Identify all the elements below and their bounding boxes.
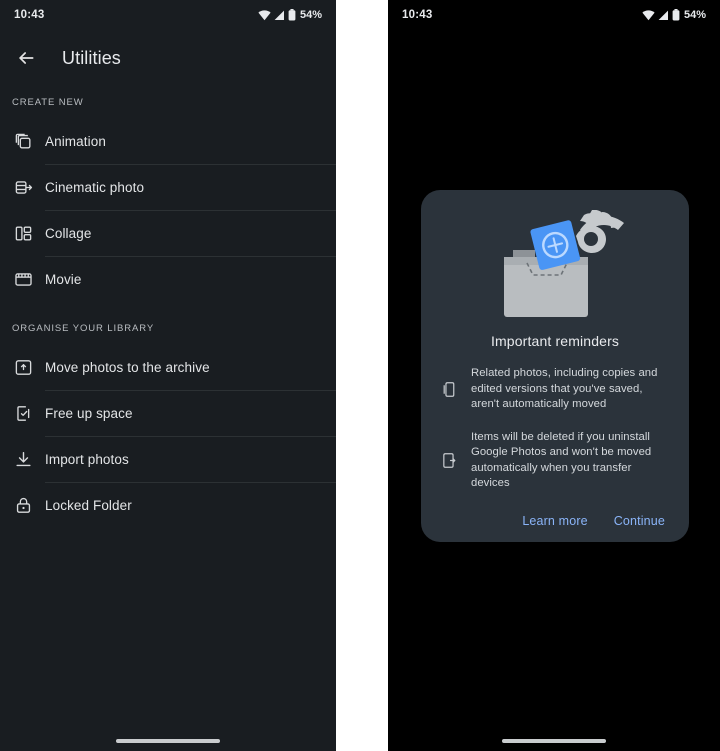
phone-copies-icon: [439, 379, 459, 399]
screenshot-gutter: [336, 0, 388, 751]
battery-icon: [288, 9, 296, 21]
import-download-icon: [12, 448, 34, 470]
dialog-card: Important reminders Related photos, incl…: [421, 190, 689, 542]
status-icon-group: 54%: [642, 9, 706, 21]
wifi-icon: [258, 9, 271, 21]
list-item-locked-folder[interactable]: Locked Folder: [0, 482, 336, 528]
status-bar-right: 10:43 54%: [388, 0, 720, 30]
battery-percent-label: 54%: [299, 9, 322, 21]
collage-icon: [12, 222, 34, 244]
dialog-title: Important reminders: [490, 333, 620, 349]
list-item-free-up-space[interactable]: Free up space: [0, 390, 336, 436]
dual-screenshot-container: 10:43 54% Utilities CREATE NEW Animation…: [0, 0, 720, 751]
right-phone-screen: 10:43 54% Important reminders Related ph…: [388, 0, 720, 751]
phone-uninstall-icon: [439, 451, 459, 471]
home-gesture-bar-right[interactable]: [388, 739, 720, 743]
left-phone-screen: 10:43 54% Utilities CREATE NEW Animation…: [0, 0, 336, 751]
list-item-label: Import photos: [45, 451, 129, 467]
reminder-text: Related photos, including copies and edi…: [471, 367, 658, 410]
signal-icon: [274, 10, 285, 21]
page-title: Utilities: [62, 47, 121, 68]
free-up-space-icon: [12, 402, 34, 424]
reminder-row-1: Related photos, including copies and edi…: [421, 366, 689, 413]
list-item-move-photos-archive[interactable]: Move photos to the archive: [0, 344, 336, 390]
list-item-label: Animation: [45, 133, 106, 149]
battery-icon: [672, 9, 680, 21]
home-gesture-pill[interactable]: [502, 739, 606, 743]
movie-icon: [12, 268, 34, 290]
lock-icon: [12, 494, 34, 516]
list-item-label: Collage: [45, 225, 92, 241]
back-arrow-icon[interactable]: [14, 46, 38, 70]
signal-icon: [658, 10, 669, 21]
important-reminders-dialog: Important reminders Related photos, incl…: [421, 190, 689, 542]
reminder-row-2: Items will be deleted if you uninstall G…: [421, 430, 689, 492]
list-item-label: Move photos to the archive: [45, 359, 210, 375]
continue-button[interactable]: Continue: [614, 514, 665, 528]
archive-icon: [12, 356, 34, 378]
list-item-cinematic-photo[interactable]: Cinematic photo: [0, 164, 336, 210]
list-item-label: Cinematic photo: [45, 179, 145, 195]
animation-icon: [12, 130, 34, 152]
battery-percent-label: 54%: [683, 9, 706, 21]
wifi-icon: [642, 9, 655, 21]
status-time: 10:43: [14, 9, 45, 21]
list-item-collage[interactable]: Collage: [0, 210, 336, 256]
list-item-label: Locked Folder: [45, 497, 132, 513]
status-icon-group: 54%: [258, 9, 322, 21]
status-time: 10:43: [402, 9, 433, 21]
home-gesture-bar-left[interactable]: [0, 739, 336, 743]
list-item-label: Movie: [45, 271, 82, 287]
reminder-text: Items will be deleted if you uninstall G…: [471, 430, 652, 490]
hand-placing-photo-in-folder-illustration: [421, 206, 689, 331]
list-item-movie[interactable]: Movie: [0, 256, 336, 302]
list-item-import-photos[interactable]: Import photos: [0, 436, 336, 482]
status-bar-left: 10:43 54%: [0, 0, 336, 30]
section-header-create-new: CREATE NEW: [12, 96, 84, 108]
dialog-actions: Learn more Continue: [421, 514, 689, 528]
cinematic-photo-icon: [12, 176, 34, 198]
home-gesture-pill[interactable]: [116, 739, 220, 743]
learn-more-button[interactable]: Learn more: [522, 514, 587, 528]
list-item-animation[interactable]: Animation: [0, 118, 336, 164]
list-item-label: Free up space: [45, 405, 133, 421]
app-bar: Utilities: [0, 30, 336, 86]
section-header-organise-library: ORGANISE YOUR LIBRARY: [12, 322, 155, 334]
